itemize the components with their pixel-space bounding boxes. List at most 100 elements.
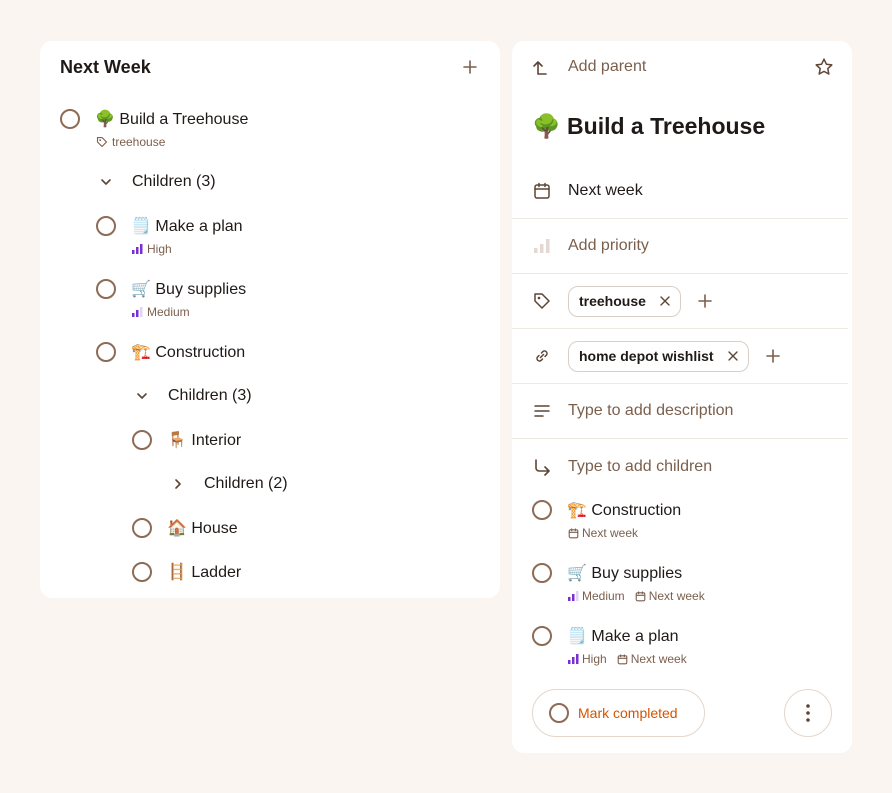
priority-high-icon <box>132 244 143 254</box>
child-priority-label: Medium <box>582 589 625 603</box>
add-parent-button[interactable]: Add parent <box>532 58 646 76</box>
child-priority: High <box>568 652 607 666</box>
child-checkbox[interactable] <box>532 626 552 646</box>
mark-completed-label: Mark completed <box>578 705 678 721</box>
task-title-text: Build a Treehouse <box>119 111 249 128</box>
link-chip[interactable]: home depot wishlist <box>568 340 749 372</box>
child-title-text: Buy supplies <box>591 565 683 582</box>
calendar-icon <box>617 653 628 664</box>
task-title[interactable]: 🛒 Buy supplies <box>131 279 246 300</box>
priority-medium-icon <box>568 591 579 601</box>
task-checkbox[interactable] <box>60 109 80 129</box>
description-row[interactable]: Type to add description <box>512 384 848 439</box>
tag-chip[interactable]: treehouse <box>568 285 681 317</box>
chevron-right-icon <box>175 479 181 489</box>
title-emoji: 🌳 <box>532 114 561 140</box>
date-row[interactable]: Next week <box>512 164 848 219</box>
close-icon <box>727 351 738 361</box>
arrow-up-left-icon <box>533 61 547 75</box>
children-toggle[interactable]: Children (2) <box>172 474 288 494</box>
add-tag-button[interactable] <box>697 293 713 309</box>
child-title[interactable]: 🛒 Buy supplies <box>567 563 682 584</box>
child-date-label: Next week <box>630 652 687 666</box>
plus-icon <box>698 294 712 308</box>
task-checkbox[interactable] <box>132 518 152 538</box>
task-title-text: House <box>191 520 238 537</box>
task-emoji: 🌳 <box>95 109 115 128</box>
tag-icon <box>96 136 108 148</box>
task-emoji: 🛒 <box>131 279 151 298</box>
child-priority-label: High <box>582 652 607 666</box>
child-emoji: 🗒️ <box>567 626 587 645</box>
check-circle-icon <box>549 703 569 723</box>
description-placeholder: Type to add description <box>568 402 734 419</box>
remove-tag-button[interactable] <box>660 296 670 306</box>
task-checkbox[interactable] <box>132 562 152 582</box>
children-toggle[interactable]: Children (3) <box>100 172 216 192</box>
task-checkbox[interactable] <box>96 279 116 299</box>
child-date: Next week <box>568 526 638 540</box>
task-title-text: Interior <box>191 432 242 449</box>
task-title[interactable]: 🏠 House <box>167 518 238 539</box>
remove-link-button[interactable] <box>727 351 738 361</box>
child-title-text: Make a plan <box>591 628 679 645</box>
children-label: Children (3) <box>168 387 252 404</box>
child-emoji: 🛒 <box>567 563 587 582</box>
add-task-button[interactable] <box>462 59 478 80</box>
mark-completed-button[interactable]: Mark completed <box>532 689 705 737</box>
task-emoji: 🏗️ <box>131 342 151 361</box>
task-title[interactable]: 🪜 Ladder <box>167 562 241 583</box>
priority-empty-icon <box>534 239 550 253</box>
task-title-text: Ladder <box>191 564 242 581</box>
child-title[interactable]: 🏗️ Construction <box>567 500 681 521</box>
task-list-panel: Next Week 🌳 Build a Treehouse treehouse … <box>40 41 500 598</box>
date-label: Next week <box>568 182 643 199</box>
task-emoji: 🪑 <box>167 430 187 449</box>
favorite-button[interactable] <box>814 57 834 82</box>
child-date-label: Next week <box>648 589 705 603</box>
add-priority-label: Add priority <box>568 237 649 254</box>
calendar-icon <box>635 590 646 601</box>
star-icon <box>815 58 833 75</box>
task-title-text: Buy supplies <box>155 281 247 298</box>
child-checkbox[interactable] <box>532 563 552 583</box>
detail-title[interactable]: 🌳 Build a Treehouse <box>532 113 765 140</box>
child-meta: High Next week <box>568 652 693 666</box>
task-title[interactable]: 🗒️ Make a plan <box>131 216 243 237</box>
task-title[interactable]: 🏗️ Construction <box>131 342 245 363</box>
calendar-icon <box>568 527 579 538</box>
child-date: Next week <box>617 652 687 666</box>
more-options-button[interactable] <box>784 689 832 737</box>
task-title-text: Make a plan <box>155 218 243 235</box>
tags-row: treehouse <box>512 274 848 329</box>
task-detail-panel: Add parent 🌳 Build a Treehouse Next week… <box>512 41 852 753</box>
task-emoji: 🏠 <box>167 518 187 537</box>
child-date-label: Next week <box>582 526 639 540</box>
plus-icon <box>463 60 477 74</box>
list-title: Next Week <box>60 57 151 77</box>
child-title-text: Construction <box>591 502 682 519</box>
priority-label: Medium <box>147 305 190 319</box>
child-meta: Next week <box>568 526 644 540</box>
tag-label: treehouse <box>112 135 166 149</box>
add-link-button[interactable] <box>765 348 781 364</box>
task-checkbox[interactable] <box>96 342 116 362</box>
task-title[interactable]: 🌳 Build a Treehouse <box>95 109 248 130</box>
link-icon <box>536 350 548 362</box>
task-priority: High <box>132 242 172 256</box>
priority-row[interactable]: Add priority <box>512 219 848 274</box>
add-children-row[interactable]: Type to add children <box>512 439 848 494</box>
task-checkbox[interactable] <box>132 430 152 450</box>
plus-icon <box>765 349 780 363</box>
task-checkbox[interactable] <box>96 216 116 236</box>
task-priority: Medium <box>132 305 190 319</box>
calendar-icon <box>534 182 550 199</box>
children-toggle[interactable]: Children (3) <box>136 386 252 406</box>
tag-chip-label: treehouse <box>579 293 646 309</box>
links-row: home depot wishlist <box>512 329 848 384</box>
priority-medium-icon <box>132 307 143 317</box>
child-title[interactable]: 🗒️ Make a plan <box>567 626 679 647</box>
task-title[interactable]: 🪑 Interior <box>167 430 241 451</box>
chevron-down-icon <box>101 179 111 185</box>
child-checkbox[interactable] <box>532 500 552 520</box>
